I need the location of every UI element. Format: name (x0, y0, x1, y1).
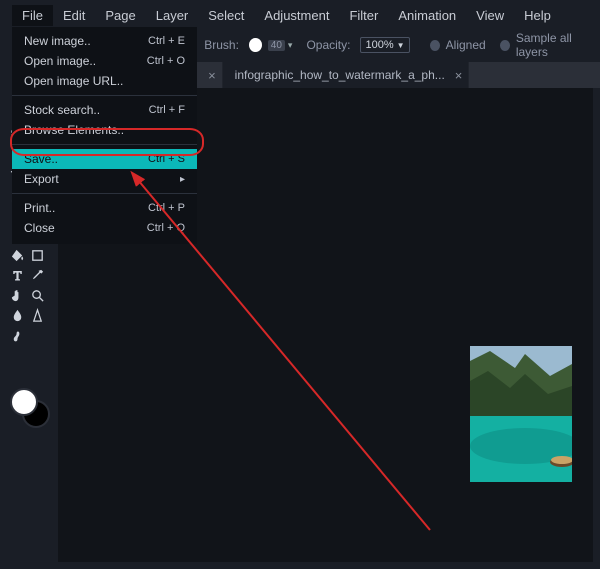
menu-item-label: Close (24, 221, 55, 235)
fill-tool-icon[interactable] (7, 245, 27, 265)
menu-separator (12, 144, 197, 145)
close-icon[interactable]: × (208, 68, 216, 83)
document-tab[interactable]: infographic_how_to_watermark_a_ph... × (223, 62, 470, 88)
menu-item-label: Open image URL.. (24, 74, 123, 88)
blur-tool-icon[interactable] (7, 305, 27, 325)
menu-item-shortcut: Ctrl + O (147, 55, 185, 67)
opacity-caret-icon: ▼ (397, 41, 405, 50)
menu-adjustment[interactable]: Adjustment (254, 5, 339, 26)
brush-size-caret-icon[interactable]: ▾ (288, 40, 293, 51)
sample-all-layers-label: Sample all layers (516, 31, 600, 59)
submenu-arrow-icon: ▸ (180, 174, 185, 185)
menu-item-save[interactable]: Save.. Ctrl + S (12, 149, 197, 169)
menu-item-close[interactable]: Close Ctrl + Q (12, 218, 197, 238)
shape-tool-icon[interactable] (27, 245, 47, 265)
aligned-checkbox[interactable] (430, 40, 440, 51)
brush-size-value[interactable]: 40 (268, 40, 285, 51)
opacity-label: Opacity: (306, 38, 350, 52)
tab-label: infographic_how_to_watermark_a_ph... (235, 68, 445, 82)
foreground-color-swatch[interactable] (10, 388, 38, 416)
menu-separator (12, 95, 197, 96)
main-menu-bar: File Edit Page Layer Select Adjustment F… (12, 3, 600, 27)
close-icon[interactable]: × (455, 68, 463, 83)
file-dropdown-menu: New image.. Ctrl + E Open image.. Ctrl + O… (12, 27, 197, 244)
color-swatches[interactable] (10, 388, 46, 424)
eyedropper-tool-icon[interactable] (27, 265, 47, 285)
zoom-tool-icon[interactable] (27, 285, 47, 305)
menu-item-shortcut: Ctrl + Q (147, 222, 185, 234)
menu-item-stock-search[interactable]: Stock search.. Ctrl + F (12, 100, 197, 120)
aligned-label: Aligned (446, 38, 486, 52)
menu-item-label: Print.. (24, 201, 55, 215)
menu-item-export[interactable]: Export ▸ (12, 169, 197, 189)
document-image[interactable] (470, 346, 572, 482)
svg-text:T: T (13, 268, 21, 283)
menu-help[interactable]: Help (514, 5, 561, 26)
menu-item-open-image-url[interactable]: Open image URL.. (12, 71, 197, 91)
menu-animation[interactable]: Animation (388, 5, 466, 26)
brush-preview-icon[interactable] (249, 38, 262, 52)
menu-item-new-image[interactable]: New image.. Ctrl + E (12, 31, 197, 51)
menu-edit[interactable]: Edit (53, 5, 95, 26)
menu-item-browse-elements[interactable]: Browse Elements.. (12, 120, 197, 140)
menu-page[interactable]: Page (95, 5, 145, 26)
menu-item-shortcut: Ctrl + E (148, 35, 185, 47)
menu-layer[interactable]: Layer (146, 5, 199, 26)
menu-separator (12, 193, 197, 194)
brush-label: Brush: (204, 38, 239, 52)
menu-view[interactable]: View (466, 5, 514, 26)
menu-select[interactable]: Select (198, 5, 254, 26)
menu-item-open-image[interactable]: Open image.. Ctrl + O (12, 51, 197, 71)
text-tool-icon[interactable]: T (7, 265, 27, 285)
menu-filter[interactable]: Filter (339, 5, 388, 26)
blank-tool-icon (27, 325, 47, 345)
sharpen-tool-icon[interactable] (27, 305, 47, 325)
menu-item-label: Save.. (24, 152, 58, 166)
smudge-tool-icon[interactable] (7, 325, 27, 345)
menu-item-label: Export (24, 172, 59, 186)
menu-item-label: Stock search.. (24, 103, 100, 117)
menu-item-shortcut: Ctrl + P (148, 202, 185, 214)
menu-item-shortcut: Ctrl + S (148, 153, 185, 165)
menu-file[interactable]: File (12, 5, 53, 26)
opacity-dropdown[interactable]: 100% ▼ (360, 37, 409, 53)
menu-item-label: Browse Elements.. (24, 123, 124, 137)
opacity-value: 100% (365, 39, 393, 51)
menu-item-label: Open image.. (24, 54, 96, 68)
menu-item-label: New image.. (24, 34, 91, 48)
sample-all-layers-checkbox[interactable] (500, 40, 510, 51)
menu-item-print[interactable]: Print.. Ctrl + P (12, 198, 197, 218)
menu-item-shortcut: Ctrl + F (149, 104, 185, 116)
hand-tool-icon[interactable] (7, 285, 27, 305)
